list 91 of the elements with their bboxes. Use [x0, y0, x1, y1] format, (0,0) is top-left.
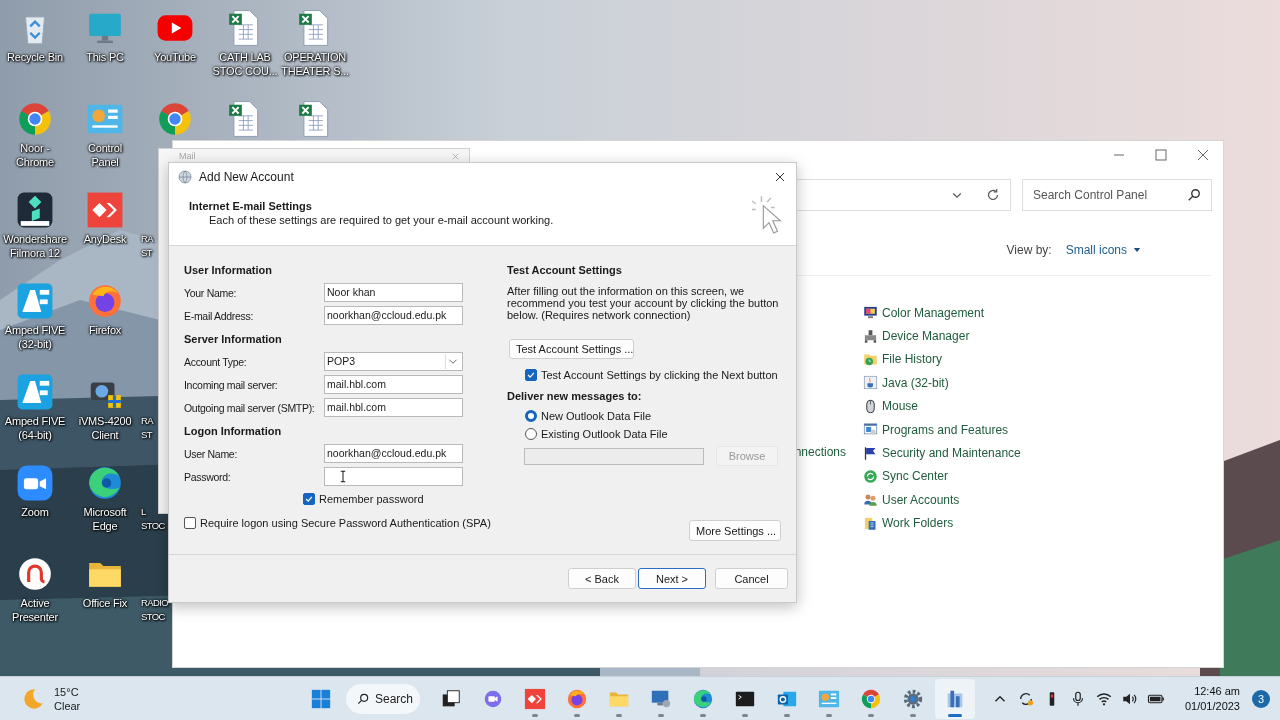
settings-icon[interactable]	[902, 687, 924, 710]
text-field[interactable]: mail.hbl.com	[324, 375, 463, 394]
temperature[interactable]: 15°C	[54, 684, 81, 699]
password-field[interactable]	[324, 467, 463, 486]
control-panel-link[interactable]: Programs and Features	[882, 422, 1009, 437]
desktop-shortcut[interactable]: iVMS-4200 Client	[70, 370, 140, 442]
folder-icon[interactable]	[863, 515, 878, 531]
section-title: Logon Information	[184, 424, 282, 437]
section-title: Deliver new messages to:	[507, 389, 642, 402]
radio-label[interactable]: New Outlook Data File	[541, 410, 652, 422]
browser-icon	[156, 100, 194, 138]
monitor-icon[interactable]	[863, 305, 878, 321]
field-label: Account Type:	[184, 355, 248, 368]
control-panel-link[interactable]: Sync Center	[882, 469, 949, 484]
shortcut-label[interactable]: L STOC	[141, 505, 165, 533]
window-icon[interactable]	[863, 422, 878, 438]
cup-icon[interactable]	[863, 375, 878, 391]
control-panel-link[interactable]: File History	[882, 352, 942, 367]
desktop-shortcut[interactable]: Amped FIVE (64-bit)	[0, 370, 70, 442]
description: After filling out the information on this screen, we recommend you test your account by clicking the button below. (Requires network connection)	[507, 285, 780, 321]
chevron-down-icon[interactable]	[445, 354, 460, 369]
start-icon[interactable]	[310, 687, 332, 710]
field-label: Incoming mail server:	[184, 378, 279, 391]
control-panel-link[interactable]: Mouse	[882, 399, 919, 414]
text-field[interactable]: Noor khan	[324, 283, 463, 302]
test-settings-button[interactable]: Test Account Settings ...	[509, 339, 634, 359]
browser-icon	[86, 282, 124, 320]
field-label: Your Name:	[184, 286, 238, 299]
desktop-shortcut[interactable]: Active Presenter	[0, 552, 70, 624]
checkbox-label[interactable]: Remember password	[319, 492, 424, 505]
notification-badge[interactable]: 3	[1252, 689, 1270, 708]
section-heading: Internet E-mail Settings	[189, 200, 313, 212]
browser-icon[interactable]	[692, 687, 714, 710]
checkbox-label[interactable]: Require logon using Secure Password Authentication (SPA)	[200, 516, 491, 529]
globe-icon	[177, 168, 193, 185]
desktop-shortcut[interactable]: Office Fix	[70, 552, 140, 610]
desktop-shortcut[interactable]: Microsoft Edge	[70, 461, 140, 533]
window-title: Add New Account	[199, 169, 294, 184]
section-title: User Information	[184, 263, 272, 276]
checkbox[interactable]	[525, 369, 537, 381]
clock-date[interactable]: 01/01/2023	[1184, 698, 1240, 714]
control-panel-link[interactable]: Java (32-bit)	[882, 375, 949, 390]
dialog-button[interactable]: Next >	[638, 568, 706, 589]
text-field[interactable]: noorkhan@ccloud.edu.pk	[324, 444, 463, 463]
radio-label[interactable]: Existing Outlook Data File	[541, 428, 668, 440]
field-label: User Name:	[184, 447, 238, 460]
section-title: Server Information	[184, 332, 282, 345]
more-settings-button[interactable]: More Settings ...	[689, 520, 781, 541]
field-label: Outgoing mail server (SMTP):	[184, 401, 316, 414]
clock-time[interactable]: 12:46 am	[1194, 683, 1240, 699]
control-panel-link[interactable]: Work Folders	[882, 516, 954, 531]
search-field[interactable]: Search Control Panel	[1022, 179, 1212, 211]
checkbox[interactable]	[303, 492, 315, 505]
desktop-shortcut[interactable]: Zoom	[0, 461, 70, 519]
dropdown[interactable]: POP3	[324, 352, 463, 371]
shortcut-label[interactable]: RA ST	[141, 414, 153, 442]
browser-icon[interactable]	[860, 687, 882, 710]
text-field[interactable]: noorkhan@ccloud.edu.pk	[324, 306, 463, 325]
mouse-icon[interactable]	[863, 398, 878, 414]
shortcut-label[interactable]: RADIO STOC	[141, 596, 169, 624]
control-panel-link[interactable]: Device Manager	[882, 329, 970, 344]
control-panel-link[interactable]: Security and Maintenance	[882, 446, 1021, 461]
device-icon[interactable]	[863, 328, 878, 344]
section-title: Test Account Settings	[507, 263, 622, 276]
description: Each of these settings are required to get your e-mail account working.	[208, 214, 554, 226]
checkbox-label[interactable]: Test Account Settings by clicking the Next button	[541, 369, 778, 381]
search-icon	[356, 691, 370, 706]
dialog-button[interactable]: Cancel	[715, 568, 788, 589]
window-title: Mail	[179, 151, 196, 161]
view-dropdown[interactable]: Small icons	[1065, 243, 1141, 257]
text-cursor-icon	[340, 469, 346, 484]
browser-icon[interactable]	[566, 687, 588, 710]
search-box[interactable]: Search	[346, 683, 420, 714]
radio-button[interactable]	[525, 410, 537, 422]
control-panel-link[interactable]: Color Management	[882, 305, 985, 320]
radio-button[interactable]	[525, 428, 537, 440]
text-field[interactable]: mail.hbl.com	[324, 398, 463, 417]
users-icon[interactable]	[863, 492, 878, 508]
checkbox[interactable]	[184, 516, 196, 529]
view-by-label: View by:	[1006, 243, 1052, 257]
control-panel-link[interactable]: User Accounts	[882, 492, 960, 507]
path-field[interactable]	[524, 447, 704, 465]
arc-icon	[16, 555, 54, 593]
field-label: E-mail Address:	[184, 309, 255, 322]
caret-icon[interactable]	[1133, 247, 1141, 253]
field-label: Password:	[184, 470, 232, 483]
browser-icon	[16, 100, 54, 138]
dialog-button[interactable]: < Back	[568, 568, 636, 589]
weather-condition[interactable]: Clear	[54, 698, 81, 713]
flag-icon[interactable]	[863, 445, 878, 461]
browser-icon	[86, 464, 124, 502]
